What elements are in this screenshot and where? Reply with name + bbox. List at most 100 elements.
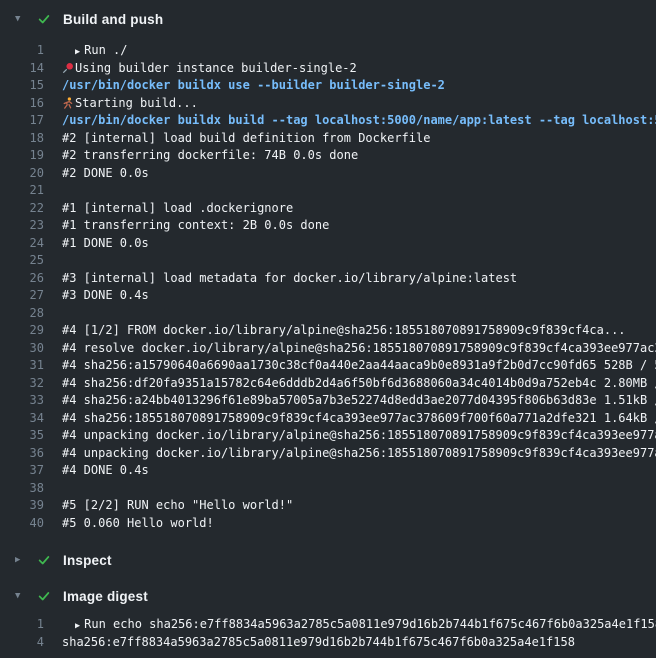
line-number[interactable]: 35 — [0, 427, 44, 445]
line-number[interactable]: 40 — [0, 515, 44, 533]
line-number[interactable]: 30 — [0, 340, 44, 358]
log-line: 26 #3 [internal] load metadata for docker… — [0, 270, 656, 288]
play-icon[interactable]: ▶ — [75, 44, 80, 60]
log-text: /usr/bin/docker buildx use --builder bui… — [62, 78, 445, 92]
log-line: 1 ▶ Run echo sha256:e7ff8834a5963a2785c5a0… — [0, 616, 656, 634]
line-content: #1 DONE 0.0s — [62, 235, 656, 253]
line-number[interactable]: 22 — [0, 200, 44, 218]
line-number[interactable]: 18 — [0, 130, 44, 148]
line-content — [62, 305, 656, 323]
line-content: #4 unpacking docker.io/library/alpine@sh… — [62, 445, 656, 463]
log-line: 28 — [0, 305, 656, 323]
log-text: #2 transferring dockerfile: 74B 0.0s don… — [62, 148, 358, 162]
line-number[interactable]: 34 — [0, 410, 44, 428]
pushpin-icon — [62, 60, 75, 78]
line-number[interactable]: 19 — [0, 147, 44, 165]
step-title: Inspect — [63, 553, 112, 568]
line-content: #4 sha256:df20fa9351a15782c64e6dddb2d4a6… — [62, 375, 656, 393]
line-content — [62, 480, 656, 498]
log-text: #4 resolve docker.io/library/alpine@sha2… — [62, 341, 656, 355]
step-header-build-and-push[interactable]: ▼ Build and push — [0, 0, 656, 38]
line-number[interactable]: 14 — [0, 60, 44, 78]
step-header-image-digest[interactable]: ▼ Image digest — [0, 578, 656, 614]
chevron-right-icon[interactable]: ▶ — [15, 556, 28, 565]
log-line: 24 #1 DONE 0.0s — [0, 235, 656, 253]
log-text: #1 transferring context: 2B 0.0s done — [62, 218, 329, 232]
line-content: Using builder instance builder-single-2 — [62, 60, 656, 78]
line-content: sha256:e7ff8834a5963a2785c5a0811e979d16b… — [62, 634, 656, 652]
line-number[interactable]: 36 — [0, 445, 44, 463]
log-text: Run echo sha256:e7ff8834a5963a2785c5a081… — [84, 617, 656, 631]
chevron-down-icon[interactable]: ▼ — [15, 592, 28, 601]
line-content: Starting build... — [62, 95, 656, 113]
line-number[interactable]: 27 — [0, 287, 44, 305]
log-text: #4 unpacking docker.io/library/alpine@sh… — [62, 446, 656, 460]
log-line: 25 — [0, 252, 656, 270]
log-text: #5 0.060 Hello world! — [62, 516, 214, 530]
log-line: 19 #2 transferring dockerfile: 74B 0.0s d… — [0, 147, 656, 165]
line-number[interactable]: 33 — [0, 392, 44, 410]
line-number[interactable]: 32 — [0, 375, 44, 393]
line-number[interactable]: 24 — [0, 235, 44, 253]
line-number[interactable]: 31 — [0, 357, 44, 375]
line-number[interactable]: 15 — [0, 77, 44, 95]
log-line: 31 #4 sha256:a15790640a6690aa1730c38cf0a4… — [0, 357, 656, 375]
log-text: #4 sha256:a15790640a6690aa1730c38cf0a440… — [62, 358, 656, 372]
line-number[interactable]: 39 — [0, 497, 44, 515]
line-content: #5 0.060 Hello world! — [62, 515, 656, 533]
check-icon — [36, 12, 51, 27]
log-line: 17/usr/bin/docker buildx build --tag loc… — [0, 112, 656, 130]
line-content: #2 transferring dockerfile: 74B 0.0s don… — [62, 147, 656, 165]
play-icon[interactable]: ▶ — [75, 618, 80, 634]
line-content: #4 sha256:a15790640a6690aa1730c38cf0a440… — [62, 357, 656, 375]
line-content: ▶Run ./ — [62, 42, 656, 60]
line-number[interactable]: 1 — [0, 42, 44, 60]
runner-icon — [62, 95, 75, 113]
log-line: 40 #5 0.060 Hello world! — [0, 515, 656, 533]
line-content: #5 [2/2] RUN echo "Hello world!" — [62, 497, 656, 515]
line-number[interactable]: 23 — [0, 217, 44, 235]
line-number[interactable]: 37 — [0, 462, 44, 480]
log-line: 22 #1 [internal] load .dockerignore — [0, 200, 656, 218]
line-number[interactable]: 25 — [0, 252, 44, 270]
step-log-image-digest: 1 ▶ Run echo sha256:e7ff8834a5963a2785c5a0… — [0, 614, 656, 651]
log-line: 36 #4 unpacking docker.io/library/alpine@… — [0, 445, 656, 463]
line-number[interactable]: 28 — [0, 305, 44, 323]
log-text: /usr/bin/docker buildx build --tag local… — [62, 113, 656, 127]
line-content: #1 [internal] load .dockerignore — [62, 200, 656, 218]
line-content: /usr/bin/docker buildx build --tag local… — [62, 112, 656, 130]
line-number[interactable]: 26 — [0, 270, 44, 288]
line-number[interactable]: 20 — [0, 165, 44, 183]
log-line: 39 #5 [2/2] RUN echo "Hello world!" — [0, 497, 656, 515]
log-line: 16 Starting build... — [0, 95, 656, 113]
line-number[interactable]: 29 — [0, 322, 44, 340]
log-line: 33 #4 sha256:a24bb4013296f61e89ba57005a7b… — [0, 392, 656, 410]
log-line: 21 — [0, 182, 656, 200]
line-content: #3 [internal] load metadata for docker.i… — [62, 270, 656, 288]
log-text: #5 [2/2] RUN echo "Hello world!" — [62, 498, 293, 512]
log-text: #3 DONE 0.4s — [62, 288, 149, 302]
log-text: #4 sha256:a24bb4013296f61e89ba57005a7b3e… — [62, 393, 656, 407]
log-line: 37#4 DONE 0.4s — [0, 462, 656, 480]
step-header-inspect[interactable]: ▶ Inspect — [0, 542, 656, 578]
step-image-digest: ▼ Image digest 1 ▶ Run echo sha256:e7ff883… — [0, 578, 656, 651]
line-number[interactable]: 17 — [0, 112, 44, 130]
log-line: 30 #4 resolve docker.io/library/alpine@sh… — [0, 340, 656, 358]
log-line: 20#2 DONE 0.0s — [0, 165, 656, 183]
log-text: #1 DONE 0.0s — [62, 236, 149, 250]
line-number[interactable]: 4 — [0, 634, 44, 652]
line-content — [62, 252, 656, 270]
line-number[interactable]: 21 — [0, 182, 44, 200]
chevron-down-icon[interactable]: ▼ — [15, 15, 28, 24]
log-line: 38 — [0, 480, 656, 498]
line-number[interactable]: 16 — [0, 95, 44, 113]
step-inspect: ▶ Inspect — [0, 542, 656, 578]
log-line: 4 sha256:e7ff8834a5963a2785c5a0811e979d16… — [0, 634, 656, 652]
line-number[interactable]: 38 — [0, 480, 44, 498]
line-content: #4 [1/2] FROM docker.io/library/alpine@s… — [62, 322, 656, 340]
line-number[interactable]: 1 — [0, 616, 44, 634]
line-content: #4 sha256:a24bb4013296f61e89ba57005a7b3e… — [62, 392, 656, 410]
actions-log-viewer: ▼ Build and push 1▶Run ./14Using builder… — [0, 0, 656, 658]
log-text: Using builder instance builder-single-2 — [75, 61, 357, 75]
log-line: 1 ▶Run ./ — [0, 42, 656, 60]
